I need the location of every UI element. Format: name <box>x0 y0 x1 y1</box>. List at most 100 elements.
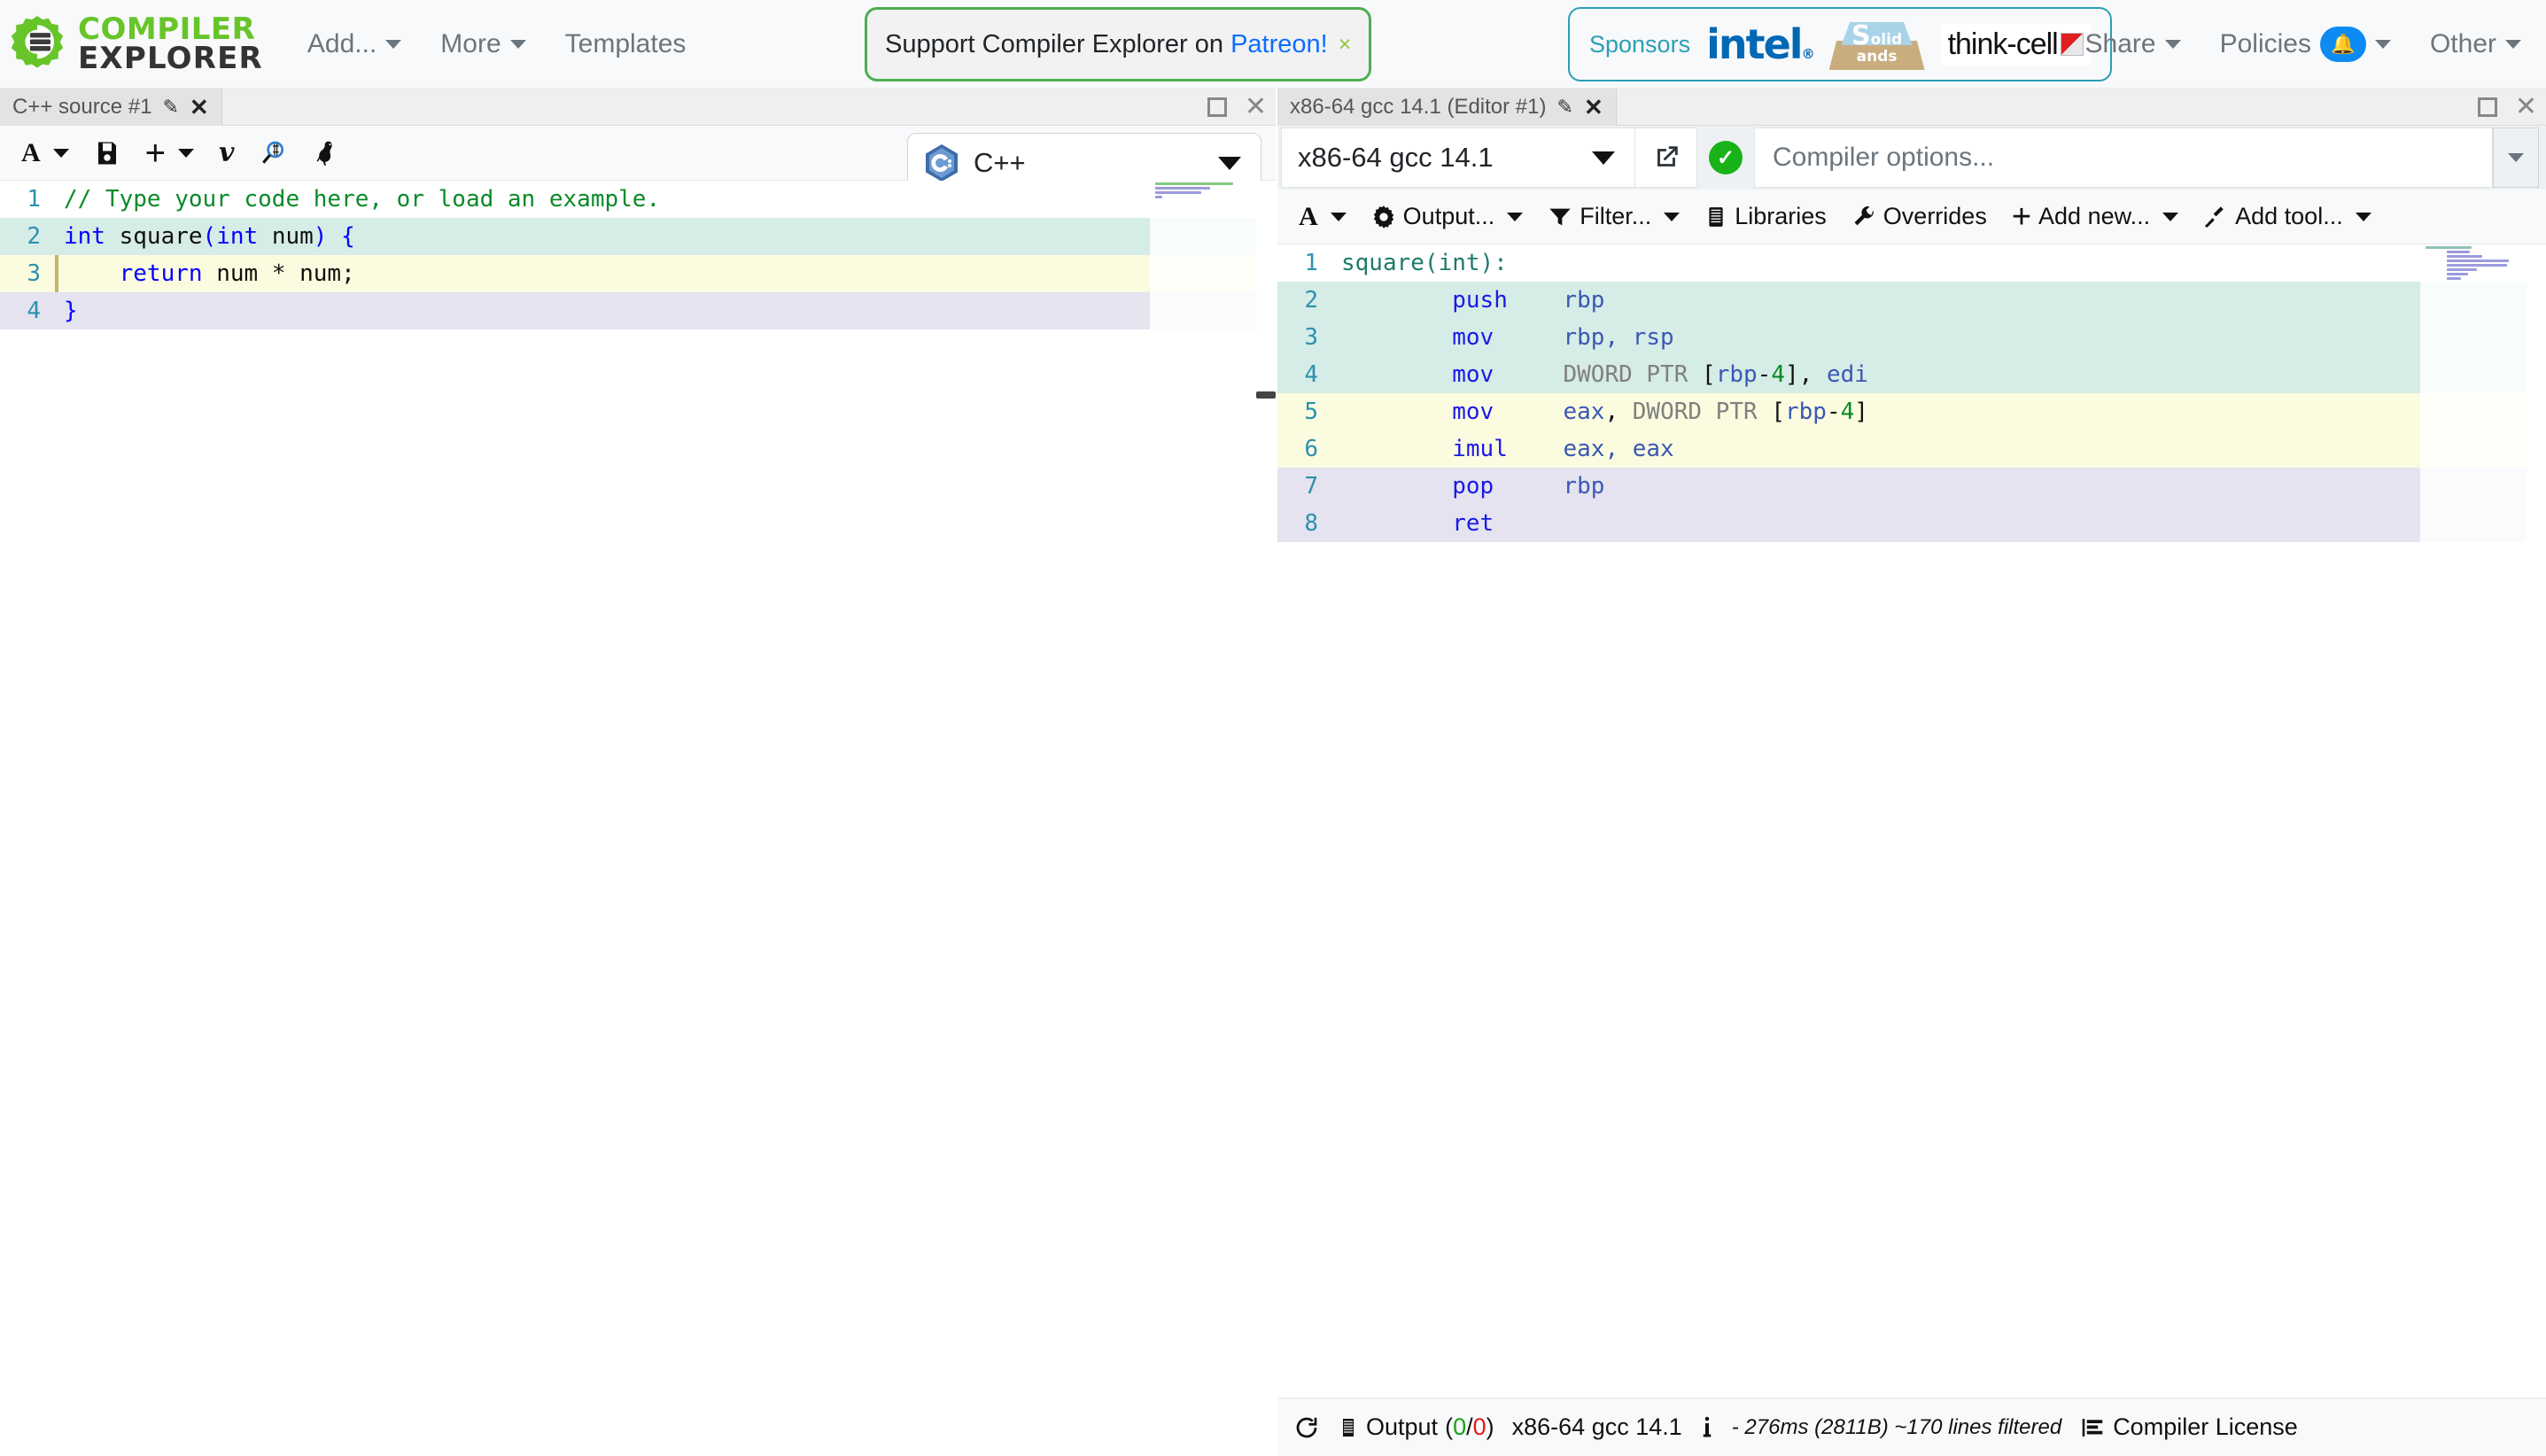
code-line[interactable]: 1 // Type your code here, or load an exa… <box>0 181 1276 218</box>
status-ok-icon: ✓ <box>1709 141 1743 174</box>
nav-templates[interactable]: Templates <box>546 0 706 89</box>
code-line[interactable]: 3 return num * num; <box>0 255 1276 292</box>
operands: rbp <box>1563 473 1604 500</box>
add-tool-button[interactable]: Add tool... <box>2193 197 2382 236</box>
info-button[interactable] <box>1700 1414 1714 1441</box>
line-content: int square(int num) { <box>55 223 1276 250</box>
filter-button[interactable]: Filter... <box>1537 197 1690 236</box>
asm-line[interactable]: 3 mov rbp, rsp <box>1277 319 2546 356</box>
overrides-button[interactable]: Overrides <box>1841 197 1998 236</box>
add-button[interactable]: + <box>135 136 205 171</box>
libraries-label: Libraries <box>1735 203 1827 230</box>
editor-toolbar: A + v <box>0 126 1276 181</box>
vim-mode-button[interactable]: v <box>208 135 245 172</box>
output-button[interactable]: Output... <box>1361 197 1534 236</box>
editor-minimap <box>1150 181 1256 1456</box>
pencil-icon[interactable]: ✎ <box>1557 96 1573 119</box>
reload-button[interactable] <box>1293 1414 1320 1441</box>
asm-line[interactable]: 5 mov eax, DWORD PTR [rbp-4] <box>1277 393 2546 430</box>
asm-line[interactable]: 2 push rbp <box>1277 282 2546 319</box>
compiler-options-input[interactable]: Compiler options... <box>1754 128 2493 188</box>
mnemonic: pop <box>1452 473 1494 500</box>
nav-more[interactable]: More <box>421 0 545 89</box>
brand-line-1: COMPILER <box>78 15 263 44</box>
close-icon[interactable]: ✕ <box>1245 97 1267 117</box>
find-button[interactable] <box>248 134 298 173</box>
close-icon[interactable]: ✕ <box>190 94 209 121</box>
asm-line[interactable]: 1 square(int): <box>1277 244 2546 282</box>
sponsors-label: Sponsors <box>1589 31 1690 58</box>
pane-splitter-handle[interactable] <box>1256 391 1276 399</box>
asm-line[interactable]: 4 mov DWORD PTR [rbp-4], edi <box>1277 356 2546 393</box>
asm-line[interactable]: 6 imul eax, eax <box>1277 430 2546 468</box>
libraries-button[interactable]: Libraries <box>1694 197 1837 236</box>
compile-status[interactable]: ✓ <box>1697 128 1754 188</box>
sponsors-box: Sponsors intel® Solidands think-cell <box>1568 7 2112 81</box>
output-sep: / <box>1466 1413 1473 1440</box>
tab-x86-64-gcc[interactable]: x86-64 gcc 14.1 (Editor #1) ✎ ✕ <box>1277 89 1617 126</box>
assembly-scrollbar[interactable] <box>2527 244 2546 1433</box>
save-icon <box>94 140 120 167</box>
chevron-down-icon <box>53 149 69 158</box>
compiler-license-button[interactable]: Compiler License <box>2079 1413 2298 1441</box>
compiler-explorer-gear-logo <box>7 14 67 74</box>
mnemonic: ret <box>1452 510 1494 537</box>
tab-title: C++ source #1 <box>12 95 151 120</box>
emu-bird-button[interactable] <box>301 134 351 173</box>
asm-line[interactable]: 8 ret <box>1277 505 2546 542</box>
open-in-new-button[interactable] <box>1635 128 1697 188</box>
compiler-select-value: x86-64 gcc 14.1 <box>1298 142 1494 174</box>
maximize-icon[interactable] <box>2478 97 2497 117</box>
gear-icon <box>1371 205 1396 229</box>
tab-cpp-source-1[interactable]: C++ source #1 ✎ ✕ <box>0 89 222 126</box>
output-label: Output <box>1366 1413 1438 1441</box>
nav-other[interactable]: Other <box>2410 0 2541 89</box>
chevron-down-icon <box>2375 40 2391 49</box>
nav-templates-label: Templates <box>565 29 687 59</box>
chevron-down-icon <box>2162 213 2178 221</box>
nav-policies[interactable]: Policies 🔔 <box>2201 0 2410 89</box>
patreon-prefix: Support Compiler Explorer on <box>885 30 1230 58</box>
chevron-down-icon <box>178 149 194 158</box>
line-content: square(int): <box>1332 250 2546 276</box>
code-line[interactable]: 2 int square(int num) { <box>0 218 1276 255</box>
nav-share[interactable]: Share <box>2066 0 2201 89</box>
close-icon[interactable]: ✕ <box>1584 94 1603 121</box>
compiler-select[interactable]: x86-64 gcc 14.1 <box>1281 128 1635 188</box>
editor-pane: C++ source #1 ✎ ✕ ✕ A + v <box>0 89 1276 1456</box>
intel-logo[interactable]: intel® <box>1706 20 1812 68</box>
patreon-banner[interactable]: Support Compiler Explorer on Patreon! × <box>865 7 1371 81</box>
wrench-icon <box>1851 205 1876 229</box>
line-content: } <box>55 298 1276 324</box>
solid-sands-logo[interactable]: Solidands <box>1829 19 1925 70</box>
bird-icon <box>312 139 340 167</box>
line-content: mov DWORD PTR [rbp-4], edi <box>1332 361 2546 388</box>
nav-share-label: Share <box>2085 29 2156 59</box>
font-size-button[interactable]: A <box>11 135 80 172</box>
output-ok-count: 0 <box>1453 1413 1466 1440</box>
maximize-icon[interactable] <box>1207 97 1227 117</box>
bell-icon[interactable]: 🔔 <box>2320 27 2366 62</box>
search-hash-icon <box>259 139 287 167</box>
plus-icon: + <box>145 141 166 166</box>
line-number: 6 <box>1277 436 1332 462</box>
cpp-logo-icon <box>924 143 959 182</box>
pencil-icon[interactable]: ✎ <box>162 96 178 119</box>
patreon-link[interactable]: Patreon! <box>1230 30 1328 58</box>
close-icon[interactable]: × <box>1339 32 1352 58</box>
compiler-options-dropdown[interactable] <box>2493 128 2539 188</box>
code-line[interactable]: 4 } <box>0 292 1276 329</box>
line-number: 7 <box>1277 473 1332 500</box>
brand[interactable]: COMPILER EXPLORER <box>0 14 263 74</box>
editor-scrollbar[interactable] <box>1256 181 1276 1456</box>
add-new-button[interactable]: + Add new... <box>2001 197 2189 236</box>
font-size-button[interactable]: A <box>1288 198 1357 236</box>
asm-line[interactable]: 7 pop rbp <box>1277 468 2546 505</box>
output-icon <box>1338 1415 1359 1440</box>
close-icon[interactable]: ✕ <box>2515 97 2537 117</box>
nav-add[interactable]: Add... <box>288 0 421 89</box>
output-button[interactable]: Output (0/0) <box>1338 1413 1494 1441</box>
save-button[interactable] <box>83 135 131 172</box>
source-code-editor[interactable]: 1 // Type your code here, or load an exa… <box>0 181 1276 1456</box>
assembly-output[interactable]: 1 square(int): 2 push rbp 3 mov rbp, rsp… <box>1277 244 2546 1433</box>
